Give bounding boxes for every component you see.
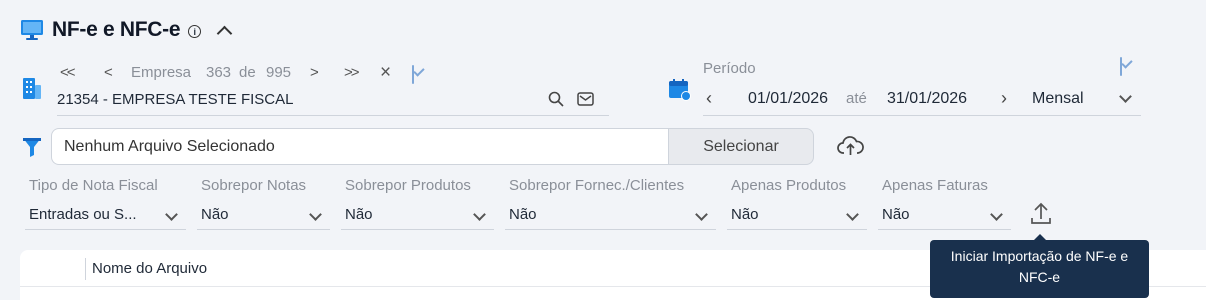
overwrite-notes-value: Não bbox=[201, 206, 229, 223]
tooltip-line-1: Iniciar Importação de NF-e e bbox=[950, 248, 1129, 264]
upload-icon[interactable] bbox=[1030, 202, 1052, 226]
chevron-down-icon bbox=[846, 208, 859, 221]
period-field: ‹ 01/01/2026 até 31/01/2026 › Mensal bbox=[703, 84, 1141, 116]
company-of-label: de bbox=[239, 64, 256, 81]
overwrite-suppliers-value: Não bbox=[509, 206, 537, 223]
overwrite-notes-select[interactable]: Não bbox=[197, 200, 330, 230]
next-company-button[interactable]: > bbox=[310, 64, 319, 81]
overwrite-products-value: Não bbox=[345, 206, 373, 223]
filter-label-overwrite-notes: Sobrepor Notas bbox=[201, 177, 307, 194]
period-checkbox[interactable] bbox=[1120, 57, 1122, 76]
note-type-select[interactable]: Entradas ou S... bbox=[25, 200, 186, 230]
info-icon[interactable]: i bbox=[188, 25, 202, 38]
chevron-down-icon bbox=[990, 208, 1003, 221]
products-only-select[interactable]: Não bbox=[727, 200, 867, 230]
calendar-icon bbox=[669, 79, 691, 101]
note-type-value: Entradas ou S... bbox=[29, 206, 137, 223]
period-frequency[interactable]: Mensal bbox=[1032, 90, 1084, 108]
company-navigator: << < Empresa 363 de 995 > >> × bbox=[60, 62, 430, 84]
clear-company-icon[interactable]: × bbox=[380, 62, 391, 84]
column-header-file-name[interactable]: Nome do Arquivo bbox=[92, 260, 207, 277]
filter-label-overwrite-suppliers: Sobrepor Fornec./Clientes bbox=[509, 177, 685, 194]
chevron-down-icon bbox=[165, 208, 178, 221]
file-input-placeholder: Nenhum Arquivo Selecionado bbox=[64, 138, 275, 155]
company-checkbox[interactable] bbox=[412, 65, 414, 84]
products-only-value: Não bbox=[731, 206, 759, 223]
chevron-down-icon bbox=[473, 208, 486, 221]
company-index: 363 bbox=[206, 64, 232, 81]
period-start[interactable]: 01/01/2026 bbox=[748, 90, 828, 108]
invoices-only-value: Não bbox=[882, 206, 910, 223]
chevron-up-icon[interactable] bbox=[216, 25, 233, 41]
search-icon[interactable] bbox=[548, 91, 564, 107]
previous-period-button[interactable]: ‹ bbox=[706, 88, 712, 109]
company-field[interactable]: 21354 - EMPRESA TESTE FISCAL bbox=[57, 88, 609, 116]
file-input[interactable]: Nenhum Arquivo Selecionado bbox=[51, 128, 669, 165]
filter-label-overwrite-products: Sobrepor Produtos bbox=[345, 177, 471, 194]
select-file-label: Selecionar bbox=[703, 137, 779, 155]
mail-icon[interactable] bbox=[577, 91, 594, 107]
company-label: Empresa bbox=[131, 64, 192, 81]
period-until-label: até bbox=[846, 90, 867, 107]
page-header: NF-e e NFC-e i bbox=[20, 18, 233, 42]
company-total: 995 bbox=[266, 64, 292, 81]
tooltip-line-2: NFC-e bbox=[1018, 269, 1061, 285]
company-selected-value: 21354 - EMPRESA TESTE FISCAL bbox=[57, 91, 294, 108]
overwrite-suppliers-select[interactable]: Não bbox=[505, 200, 716, 230]
select-file-button[interactable]: Selecionar bbox=[668, 128, 814, 165]
chevron-down-icon bbox=[309, 208, 322, 221]
chevron-down-icon bbox=[695, 208, 708, 221]
filter-icon bbox=[23, 138, 41, 157]
period-end[interactable]: 31/01/2026 bbox=[887, 90, 967, 108]
filter-label-note-type: Tipo de Nota Fiscal bbox=[29, 177, 158, 194]
last-company-button[interactable]: >> bbox=[344, 64, 359, 81]
previous-company-button[interactable]: < bbox=[104, 64, 113, 81]
chevron-down-icon[interactable] bbox=[1119, 90, 1132, 103]
invoices-only-select[interactable]: Não bbox=[878, 200, 1011, 230]
building-icon bbox=[23, 78, 41, 99]
page-title: NF-e e NFC-e bbox=[52, 18, 181, 41]
filter-label-products-only: Apenas Produtos bbox=[731, 177, 847, 194]
overwrite-products-select[interactable]: Não bbox=[341, 200, 494, 230]
monitor-icon bbox=[21, 20, 43, 40]
start-import-tooltip: Iniciar Importação de NF-e e NFC-e bbox=[930, 234, 1149, 298]
period-label: Período bbox=[703, 60, 756, 77]
column-divider bbox=[85, 258, 86, 280]
next-period-button[interactable]: › bbox=[1001, 88, 1007, 109]
filter-label-invoices-only: Apenas Faturas bbox=[882, 177, 988, 194]
cloud-upload-icon[interactable] bbox=[837, 135, 864, 157]
first-company-button[interactable]: << bbox=[60, 64, 75, 81]
